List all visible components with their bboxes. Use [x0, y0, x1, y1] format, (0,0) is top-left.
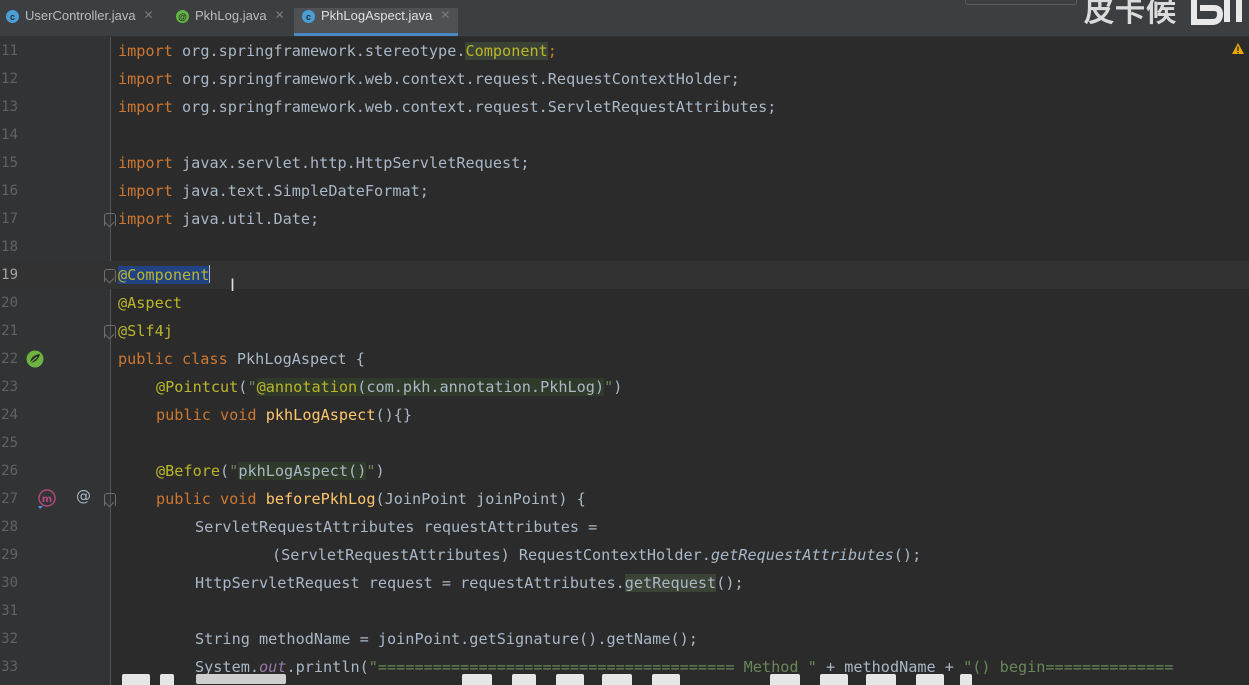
at-annotation-icon[interactable]: @ [76, 487, 91, 505]
code-text: @Aspect [118, 294, 183, 312]
code-text: @Slf4j [118, 322, 173, 340]
code-line: 17 import java.util.Date; [0, 205, 1249, 233]
spring-bean-icon[interactable] [25, 349, 45, 369]
code-text: public void beforePkhLog(JoinPoint joinP… [156, 490, 586, 508]
code-text: @Before("pkhLogAspect()") [156, 462, 385, 480]
code-line: 23 @Pointcut("@annotation(com.pkh.annota… [0, 373, 1249, 401]
code-text: @Pointcut("@annotation(com.pkh.annotatio… [156, 378, 623, 396]
code-line: 20 @Aspect [0, 289, 1249, 317]
editor-tab-bar: c UserController.java ✕ @ PkhLog.java ✕ … [0, 0, 1249, 37]
svg-text:m: m [42, 494, 52, 505]
fold-marker-icon[interactable] [104, 325, 116, 338]
code-line: 21 @Slf4j [0, 317, 1249, 345]
bilibili-logo-icon [1191, 0, 1242, 25]
code-line: 31 [0, 597, 1249, 625]
code-text: public void pkhLogAspect(){} [156, 406, 413, 424]
watermark-text: 皮卡候 [1084, 0, 1177, 29]
line-number: 26 [1, 463, 18, 479]
code-text: import org.springframework.stereotype.Co… [118, 42, 557, 60]
code-line: 32 String methodName = joinPoint.getSign… [0, 625, 1249, 653]
code-text: (ServletRequestAttributes) RequestContex… [272, 546, 922, 564]
annotation-icon: @ [176, 10, 189, 23]
code-line: 11 import org.springframework.stereotype… [0, 37, 1249, 65]
line-number: 19 [1, 267, 18, 283]
video-subtitle-strip [0, 672, 1249, 685]
code-text: HttpServletRequest request = requestAttr… [195, 574, 744, 592]
line-number: 12 [1, 71, 18, 87]
toolbar-box [965, 0, 1077, 5]
code-text: String methodName = joinPoint.getSignatu… [195, 630, 698, 648]
line-number: 22 [1, 351, 18, 367]
code-text: import org.springframework.web.context.r… [118, 70, 740, 88]
line-number: 21 [1, 323, 18, 339]
line-number: 14 [1, 127, 18, 143]
code-text: import org.springframework.web.context.r… [118, 98, 777, 116]
line-number: 31 [1, 603, 18, 619]
code-editor[interactable]: 11 import org.springframework.stereotype… [0, 37, 1249, 685]
tab-label: PkhLogAspect.java [321, 8, 433, 23]
class-c-icon: c [6, 10, 19, 23]
code-line: 13 import org.springframework.web.contex… [0, 93, 1249, 121]
code-text: import java.text.SimpleDateFormat; [118, 182, 429, 200]
line-number: 18 [1, 239, 18, 255]
line-number: 30 [1, 575, 18, 591]
line-number: 29 [1, 547, 18, 563]
fold-marker-icon[interactable] [104, 269, 116, 282]
class-c-icon: c [302, 10, 315, 23]
tab-pkhlogaspect[interactable]: c PkhLogAspect.java ✕ [294, 8, 459, 36]
fold-marker-icon[interactable] [104, 213, 116, 226]
code-line: 29 (ServletRequestAttributes) RequestCon… [0, 541, 1249, 569]
code-line: 25 [0, 429, 1249, 457]
text-caret [209, 265, 211, 283]
code-text: import javax.servlet.http.HttpServletReq… [118, 154, 530, 172]
line-number: 23 [1, 379, 18, 395]
code-text: public class PkhLogAspect { [118, 350, 365, 368]
code-line: 26 @Before("pkhLogAspect()") [0, 457, 1249, 485]
tab-usercontroller[interactable]: c UserController.java ✕ [6, 8, 154, 36]
code-line: 12 import org.springframework.web.contex… [0, 65, 1249, 93]
line-number: 25 [1, 435, 18, 451]
code-line: 28 ServletRequestAttributes requestAttri… [0, 513, 1249, 541]
code-line: 27 m @ public void beforePkhLog(JoinPoin… [0, 485, 1249, 513]
line-number: 11 [1, 43, 18, 59]
tab-label: PkhLog.java [195, 8, 267, 23]
code-line-current: 19 @Component [0, 261, 1249, 289]
code-text: ServletRequestAttributes requestAttribut… [195, 518, 598, 536]
fold-marker-icon[interactable] [104, 493, 116, 506]
close-icon[interactable]: ✕ [144, 8, 154, 22]
line-number: 32 [1, 631, 18, 647]
line-number: 16 [1, 183, 18, 199]
code-line: 16 import java.text.SimpleDateFormat; [0, 177, 1249, 205]
code-line: 15 import javax.servlet.http.HttpServlet… [0, 149, 1249, 177]
code-line: 24 public void pkhLogAspect(){} [0, 401, 1249, 429]
line-number: 27 [1, 491, 18, 507]
selected-text: @Component [118, 266, 210, 284]
code-text: import java.util.Date; [118, 210, 320, 228]
line-number: 20 [1, 295, 18, 311]
code-line: 22 public class PkhLogAspect { [0, 345, 1249, 373]
line-number: 17 [1, 211, 18, 227]
tab-label: UserController.java [25, 8, 136, 23]
code-line: 14 [0, 121, 1249, 149]
aspect-method-icon[interactable]: m [36, 489, 58, 509]
tab-pkhlog[interactable]: @ PkhLog.java ✕ [176, 8, 285, 36]
code-line: 18 [0, 233, 1249, 261]
mouse-ibeam-cursor: I [230, 276, 236, 296]
line-number: 15 [1, 155, 18, 171]
line-number: 13 [1, 99, 18, 115]
close-icon[interactable]: ✕ [440, 8, 450, 22]
code-line: 30 HttpServletRequest request = requestA… [0, 569, 1249, 597]
code-text: @Component [118, 261, 211, 289]
close-icon[interactable]: ✕ [275, 8, 285, 22]
line-number: 28 [1, 519, 18, 535]
line-number: 24 [1, 407, 18, 423]
